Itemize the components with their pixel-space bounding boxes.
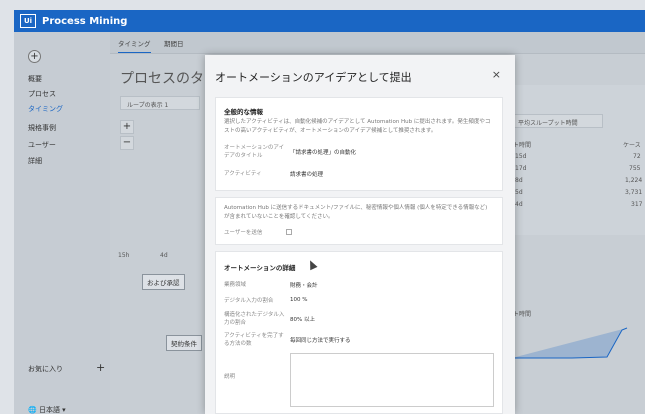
- edge-label: 15h: [118, 252, 130, 259]
- sidebar-item-timing[interactable]: タイミング: [28, 104, 63, 114]
- tab-bar: タイミング 期間日: [110, 32, 645, 54]
- consistency-value[interactable]: 毎回同じ方法で実行する: [290, 336, 351, 344]
- process-node[interactable]: および承認: [142, 274, 185, 290]
- loop-select[interactable]: ループの表示 1: [120, 96, 200, 110]
- table-cell: 5d: [515, 189, 523, 196]
- activity-label: アクティビティ: [224, 171, 262, 177]
- business-area-value[interactable]: 財務・会計: [290, 281, 318, 289]
- consistency-label: アクティビティを完了する方法の数: [224, 333, 284, 347]
- app-title: Process Mining: [42, 15, 128, 27]
- sidebar: + 概要 プロセス タイミング 規格事例 ユーザー 詳細 お気に入り + 🌐 日…: [14, 32, 110, 414]
- table-cell: 4d: [515, 201, 523, 208]
- process-node[interactable]: 契約条件: [166, 335, 202, 351]
- general-info-title: 全般的な情報: [224, 108, 263, 116]
- mouse-cursor-icon: [306, 258, 318, 271]
- automation-details-title: オートメーションの詳細: [224, 264, 296, 272]
- idea-title-value[interactable]: 「請求書の処理」の自動化: [290, 148, 356, 156]
- uipath-logo: Ui: [20, 14, 36, 28]
- close-icon[interactable]: ×: [492, 68, 501, 81]
- table-cell: 8d: [515, 177, 523, 184]
- table-cell: 755: [629, 165, 641, 172]
- throughput-select-label: 平均スループット時間: [518, 120, 578, 127]
- digital-input-label: デジタル入力の割合: [224, 298, 274, 304]
- loop-select-label: ループの表示 1: [127, 102, 169, 109]
- general-info-description: 選択したアクティビティは、自動化候補のアイデアとして Automation Hu…: [224, 119, 491, 134]
- user-consent-label: ユーザーを送信: [224, 230, 263, 236]
- time-column-header: ト時間: [513, 142, 532, 149]
- language-selector[interactable]: 🌐 日本語 ▾: [28, 405, 66, 414]
- table-cell: 72: [633, 153, 641, 160]
- general-info-card: 全般的な情報 選択したアクティビティは、自動化候補のアイデアとして Automa…: [215, 97, 503, 191]
- consent-card: Automation Hub に送信するドキュメント/ファイルに、秘密情報や個人…: [215, 197, 503, 245]
- consent-checkbox[interactable]: [286, 229, 292, 235]
- sparkline-chart: [512, 327, 628, 359]
- case-column-header: ケース: [623, 142, 641, 149]
- table-cell: 317: [631, 201, 643, 208]
- add-icon[interactable]: +: [28, 50, 41, 63]
- dialog-title: オートメーションのアイデアとして提出: [215, 71, 412, 84]
- submit-automation-dialog: オートメーションのアイデアとして提出 × 全般的な情報 選択したアクティビティは…: [205, 55, 515, 414]
- business-area-label: 業務領域: [224, 282, 247, 288]
- throughput-panel: 平均スループット時間 ト時間 ケース 15d 72 17d 755 8d 1,2…: [513, 85, 645, 235]
- favorites-label: お気に入り: [28, 365, 63, 373]
- zoom-in-button[interactable]: +: [120, 120, 134, 134]
- language-label: 日本語 ▾: [38, 406, 66, 414]
- automation-details-card: オートメーションの詳細 業務領域 財務・会計 デジタル入力の割合 100 % 構…: [215, 251, 503, 414]
- tab-period[interactable]: 期間日: [164, 38, 184, 48]
- title-bar: Ui Process Mining: [14, 10, 645, 32]
- consent-text: Automation Hub に送信するドキュメント/ファイルに、秘密情報や個人…: [224, 205, 488, 220]
- sparkline-line: [512, 327, 628, 359]
- sidebar-item-overview[interactable]: 概要: [28, 74, 42, 84]
- structured-input-value[interactable]: 80% 以上: [290, 315, 315, 323]
- table-cell: 3,731: [625, 189, 643, 196]
- table-cell: 17d: [515, 165, 527, 172]
- table-cell: 1,224: [625, 177, 643, 184]
- sidebar-item-details[interactable]: 詳細: [28, 156, 42, 166]
- edge-label: 4d: [160, 252, 168, 259]
- table-cell: 15d: [515, 153, 527, 160]
- digital-input-value[interactable]: 100 %: [290, 297, 307, 303]
- zoom-out-button[interactable]: −: [120, 136, 134, 150]
- throughput-select[interactable]: 平均スループット時間: [513, 114, 603, 128]
- add-favorite-icon[interactable]: +: [96, 361, 105, 374]
- sidebar-item-cases[interactable]: 規格事例: [28, 123, 56, 133]
- description-textarea[interactable]: [290, 353, 494, 407]
- idea-title-label: オートメーションのアイデアのタイトル: [224, 145, 285, 159]
- tab-timing[interactable]: タイミング: [118, 38, 151, 53]
- structured-input-label: 構造化されたデジタル入力の割合: [224, 312, 285, 326]
- sidebar-item-users[interactable]: ユーザー: [28, 140, 56, 150]
- sidebar-item-process[interactable]: プロセス: [28, 89, 56, 99]
- activity-value: 請求書の処理: [290, 172, 324, 178]
- description-label: 説明: [224, 374, 236, 380]
